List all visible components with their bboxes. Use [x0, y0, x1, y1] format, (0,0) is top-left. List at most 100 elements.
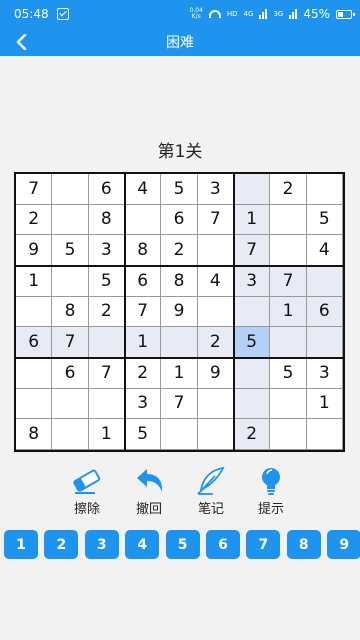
number-button-3[interactable]: 3 [84, 530, 119, 559]
sudoku-cell-r2c5[interactable]: 6 [161, 204, 198, 236]
sudoku-cell-r2c1[interactable]: 2 [16, 204, 53, 236]
sudoku-cell-r8c4[interactable]: 3 [125, 388, 162, 420]
sudoku-cell-r8c5[interactable]: 7 [161, 388, 198, 420]
sudoku-cell-r2c8[interactable] [270, 204, 307, 236]
sudoku-cell-r3c5[interactable]: 2 [161, 235, 198, 266]
sudoku-cell-r2c6[interactable]: 7 [197, 204, 234, 236]
sudoku-cell-r3c6[interactable] [197, 235, 234, 266]
sudoku-cell-r6c6[interactable]: 2 [197, 327, 234, 358]
hint-button[interactable]: 提示 [246, 466, 296, 518]
sudoku-cell-r6c5[interactable] [161, 327, 198, 358]
sudoku-cell-r8c1[interactable] [16, 388, 53, 420]
sudoku-cell-r3c2[interactable]: 5 [52, 235, 89, 266]
sudoku-cell-r6c2[interactable]: 7 [52, 327, 89, 358]
sudoku-cell-r7c9[interactable]: 3 [306, 358, 343, 389]
number-button-9[interactable]: 9 [327, 530, 360, 559]
sudoku-cell-r6c9[interactable] [306, 327, 343, 358]
sudoku-cell-r4c9[interactable] [306, 266, 343, 297]
sudoku-cell-r7c1[interactable] [16, 358, 53, 389]
sudoku-cell-r8c7[interactable] [234, 388, 271, 420]
sudoku-cell-r7c8[interactable]: 5 [270, 358, 307, 389]
sudoku-cell-r9c2[interactable] [52, 419, 89, 450]
sudoku-cell-r7c4[interactable]: 2 [125, 358, 162, 389]
sudoku-cell-r5c2[interactable]: 8 [52, 296, 89, 328]
sudoku-cell-r5c4[interactable]: 7 [125, 296, 162, 328]
sudoku-cell-r7c3[interactable]: 7 [88, 358, 125, 389]
erase-label: 擦除 [73, 502, 100, 517]
sudoku-cell-r6c4[interactable]: 1 [125, 327, 162, 358]
sudoku-cell-r9c6[interactable] [197, 419, 234, 450]
sudoku-cell-r9c5[interactable] [161, 419, 198, 450]
sudoku-cell-r7c5[interactable]: 1 [161, 358, 198, 389]
network-speed-unit: K/s [191, 13, 201, 20]
sudoku-cell-r6c7[interactable]: 5 [234, 327, 271, 358]
sudoku-cell-r9c3[interactable]: 1 [88, 419, 125, 450]
sudoku-cell-r5c1[interactable] [16, 296, 53, 328]
sudoku-cell-r4c7[interactable]: 3 [234, 266, 271, 297]
sudoku-cell-r3c3[interactable]: 3 [88, 235, 125, 266]
sudoku-cell-r4c4[interactable]: 6 [125, 266, 162, 297]
sudoku-cell-r3c9[interactable]: 4 [306, 235, 343, 266]
sudoku-cell-r6c8[interactable] [270, 327, 307, 358]
sudoku-cell-r5c6[interactable] [197, 296, 234, 328]
number-button-5[interactable]: 5 [165, 530, 200, 559]
sudoku-cell-r1c2[interactable] [52, 174, 89, 205]
sudoku-cell-r8c2[interactable] [52, 388, 89, 420]
sudoku-cell-r4c2[interactable] [52, 266, 89, 297]
sudoku-cell-r1c3[interactable]: 6 [88, 174, 125, 205]
sudoku-cell-r8c8[interactable] [270, 388, 307, 420]
sudoku-cell-r7c7[interactable] [234, 358, 271, 389]
sudoku-cell-r8c9[interactable]: 1 [306, 388, 343, 420]
sudoku-cell-r4c3[interactable]: 5 [88, 266, 125, 297]
sudoku-cell-r2c9[interactable]: 5 [306, 204, 343, 236]
sudoku-cell-r3c1[interactable]: 9 [16, 235, 53, 266]
number-button-4[interactable]: 4 [125, 530, 160, 559]
erase-button[interactable]: 擦除 [62, 466, 112, 518]
undo-button[interactable]: 撤回 [124, 466, 174, 518]
sudoku-cell-r4c1[interactable]: 1 [16, 266, 53, 297]
sudoku-cell-r2c4[interactable] [125, 204, 162, 236]
sudoku-cell-r9c7[interactable]: 2 [234, 419, 271, 450]
sudoku-cell-r5c5[interactable]: 9 [161, 296, 198, 328]
sudoku-cell-r1c7[interactable] [234, 174, 271, 205]
sudoku-cell-r1c9[interactable] [306, 174, 343, 205]
sudoku-cell-r5c7[interactable] [234, 296, 271, 328]
sudoku-cell-r1c8[interactable]: 2 [270, 174, 307, 205]
sudoku-cell-r9c8[interactable] [270, 419, 307, 450]
notes-label: 笔记 [197, 502, 224, 517]
sudoku-cell-r9c9[interactable] [306, 419, 343, 450]
sudoku-cell-r6c3[interactable] [88, 327, 125, 358]
back-button[interactable] [8, 28, 36, 56]
sudoku-cell-r2c2[interactable] [52, 204, 89, 236]
sudoku-board: 7645322867159538274156843782791667125672… [14, 172, 345, 452]
sudoku-cell-r1c5[interactable]: 5 [161, 174, 198, 205]
number-button-2[interactable]: 2 [44, 530, 79, 559]
sudoku-cell-r5c8[interactable]: 1 [270, 296, 307, 328]
number-button-1[interactable]: 1 [4, 530, 38, 559]
sudoku-cell-r1c1[interactable]: 7 [16, 174, 53, 205]
sudoku-cell-r1c6[interactable]: 3 [197, 174, 234, 205]
sudoku-cell-r9c1[interactable]: 8 [16, 419, 53, 450]
sudoku-cell-r5c9[interactable]: 6 [306, 296, 343, 328]
number-button-6[interactable]: 6 [206, 530, 240, 559]
sudoku-cell-r9c4[interactable]: 5 [125, 419, 162, 450]
sudoku-cell-r8c3[interactable] [88, 388, 125, 420]
sudoku-cell-r8c6[interactable] [197, 388, 234, 420]
sudoku-cell-r3c7[interactable]: 7 [234, 235, 271, 266]
sudoku-cell-r6c1[interactable]: 6 [16, 327, 53, 358]
number-button-7[interactable]: 7 [246, 530, 281, 559]
sudoku-cell-r7c6[interactable]: 9 [197, 358, 234, 389]
page-title: 困难 [166, 35, 194, 51]
sudoku-cell-r3c4[interactable]: 8 [125, 235, 162, 266]
sudoku-cell-r1c4[interactable]: 4 [125, 174, 162, 205]
sudoku-cell-r3c8[interactable] [270, 235, 307, 266]
sudoku-cell-r4c5[interactable]: 8 [161, 266, 198, 297]
sudoku-cell-r7c2[interactable]: 6 [52, 358, 89, 389]
sudoku-cell-r5c3[interactable]: 2 [88, 296, 125, 328]
notes-button[interactable]: 笔记 [186, 466, 236, 518]
sudoku-cell-r4c6[interactable]: 4 [197, 266, 234, 297]
number-button-8[interactable]: 8 [286, 530, 321, 559]
sudoku-cell-r4c8[interactable]: 7 [270, 266, 307, 297]
sudoku-cell-r2c3[interactable]: 8 [88, 204, 125, 236]
sudoku-cell-r2c7[interactable]: 1 [234, 204, 271, 236]
